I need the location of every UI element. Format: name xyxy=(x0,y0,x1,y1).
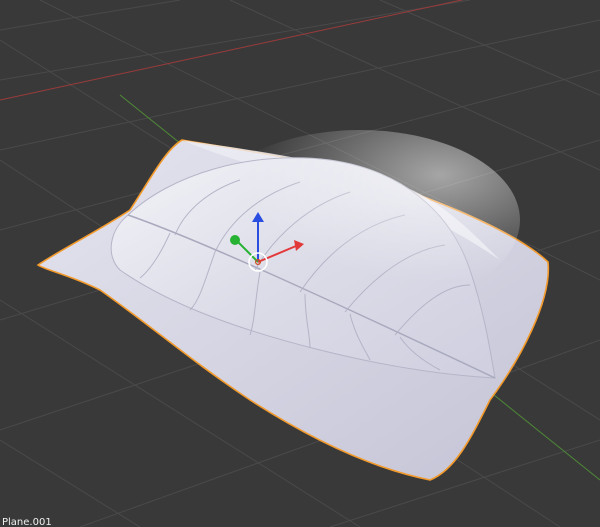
3d-viewport[interactable]: Plane.001 xyxy=(0,0,600,527)
surface-highlight xyxy=(200,130,520,310)
viewport-scene[interactable] xyxy=(0,0,600,527)
gizmo-y-arrow-icon[interactable] xyxy=(230,235,240,245)
active-object-name: Plane.001 xyxy=(2,517,52,527)
